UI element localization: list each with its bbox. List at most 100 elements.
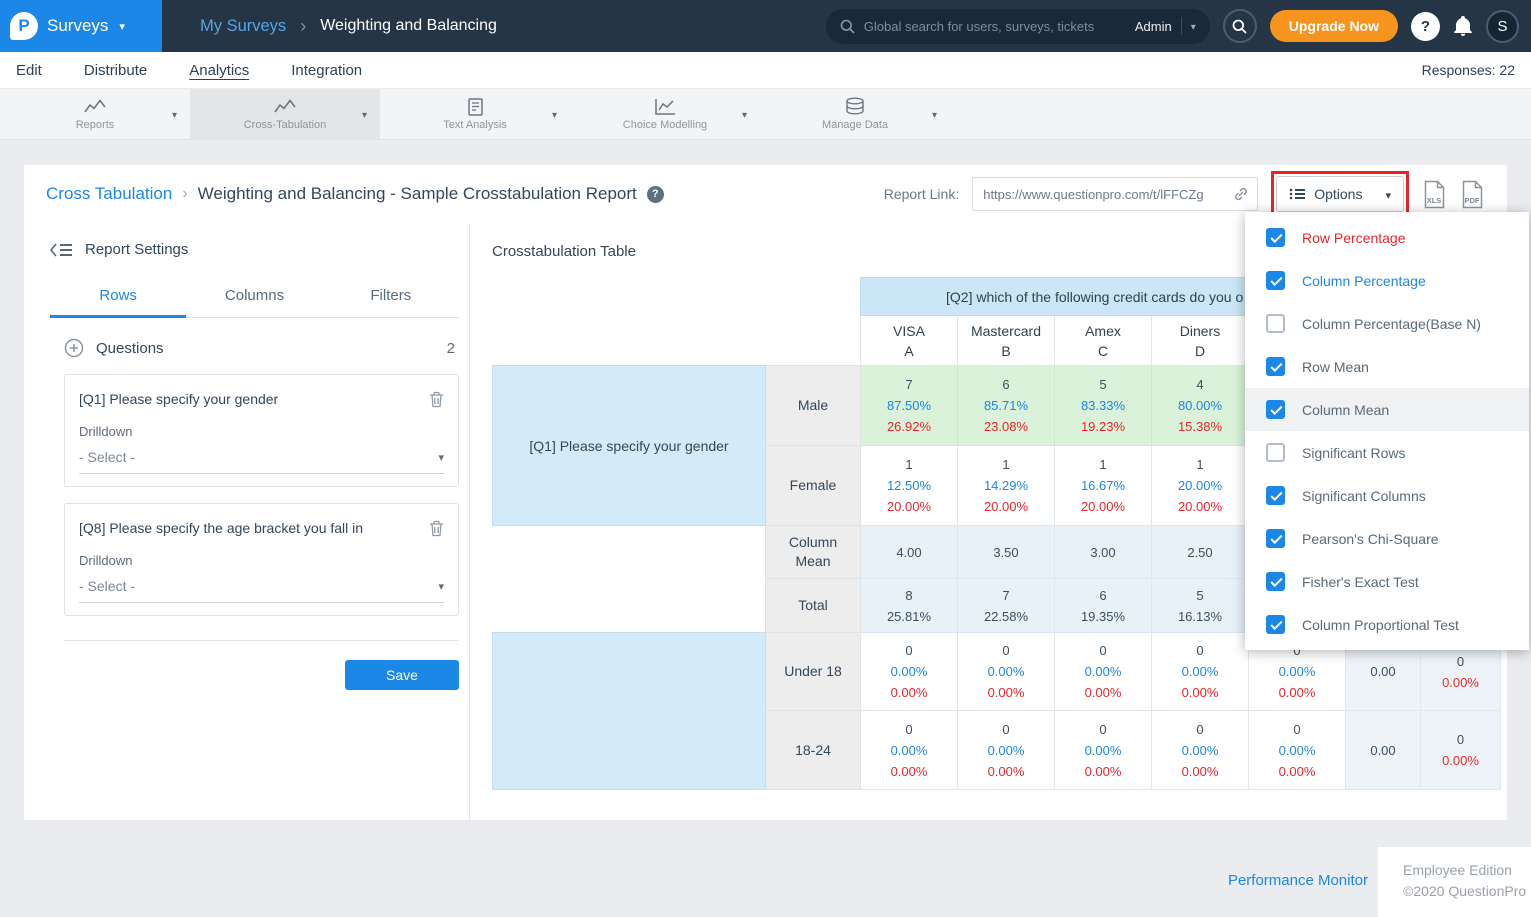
performance-monitor-link[interactable]: Performance Monitor [1228,872,1368,889]
toolbar-choice-modelling[interactable]: Choice Modelling [570,89,760,139]
options-menu-item[interactable]: Fisher's Exact Test [1245,560,1529,603]
global-search-input[interactable] [864,19,1126,34]
table-cell: 00.00%0.00% [861,711,958,790]
select-value: - Select - [79,578,135,594]
questions-count: 2 [447,340,455,357]
options-menu-item[interactable]: Column Percentage [1245,259,1529,302]
tab-columns[interactable]: Columns [186,278,322,317]
upgrade-button[interactable]: Upgrade Now [1270,10,1398,42]
collapse-panel-icon[interactable] [50,242,72,258]
cell-value: 0.00 [1346,661,1420,682]
row-label: Column Mean [766,526,861,579]
cell-value: 22.58% [958,606,1054,627]
question-card: [Q1] Please specify your gender Drilldow… [64,374,459,487]
checkbox-checked[interactable] [1266,357,1285,376]
add-question-icon[interactable] [64,338,84,358]
checkbox-unchecked[interactable] [1266,314,1285,333]
options-menu-item[interactable]: Significant Columns [1245,474,1529,517]
options-menu-item[interactable]: Row Percentage [1245,216,1529,259]
column-header: MastercardB [958,316,1055,366]
toolbar-label: Manage Data [822,119,888,131]
user-avatar[interactable]: S [1486,10,1519,43]
cell-value: 0 [861,719,957,740]
delete-question-icon[interactable] [429,520,444,537]
toolbar-manage-data[interactable]: Manage Data [760,89,950,139]
tab-filters[interactable]: Filters [323,278,459,317]
cell-value: 0 [1055,719,1151,740]
table-cell: 116.67%20.00% [1055,446,1152,526]
options-button[interactable]: Options [1276,176,1404,212]
export-pdf-icon[interactable]: PDF [1460,180,1485,209]
tab-integration[interactable]: Integration [291,62,362,79]
options-menu-item[interactable]: Column Percentage(Base N) [1245,302,1529,345]
chevron-down-icon[interactable] [1191,17,1196,35]
checkbox-checked[interactable] [1266,486,1285,505]
drilldown-label: Drilldown [79,553,444,568]
options-menu: Row Percentage Column PercentageColumn Pe… [1245,212,1529,650]
cell-value: 26.92% [861,416,957,437]
options-menu-item[interactable]: Column Mean [1245,388,1529,431]
checkbox-unchecked[interactable] [1266,443,1285,462]
breadcrumb-my-surveys[interactable]: My Surveys [200,17,286,36]
tab-rows[interactable]: Rows [50,278,186,318]
checkbox-checked[interactable] [1266,400,1285,419]
column-header: AmexC [1055,316,1152,366]
checkbox-checked[interactable] [1266,271,1285,290]
column-header: VISAA [861,316,958,366]
cell-value: 2.50 [1152,542,1248,563]
breadcrumb-current: Weighting and Balancing [320,17,497,35]
export-xls-icon[interactable]: XLS [1422,180,1447,209]
toolbar-reports[interactable]: Reports [0,89,190,139]
search-button[interactable] [1223,9,1257,43]
chevron-down-icon[interactable] [172,105,177,123]
tab-edit[interactable]: Edit [16,62,42,79]
delete-question-icon[interactable] [429,391,444,408]
options-menu-item-label: Row Percentage [1302,230,1406,246]
toolbar-text-analysis[interactable]: Text Analysis [380,89,570,139]
cell-value: 0.00% [861,740,957,761]
cell-value: 6 [1055,585,1151,606]
cell-value: 0.00% [958,740,1054,761]
options-menu-item[interactable]: Pearson's Chi-Square [1245,517,1529,560]
table-cell: 00.00%0.00% [861,633,958,711]
breadcrumb-cross-tabulation[interactable]: Cross Tabulation [46,184,172,204]
cell-value: 0.00% [1055,740,1151,761]
options-menu-item[interactable]: Column Proportional Test [1245,603,1529,646]
cell-value: 0 [1055,640,1151,661]
chevron-down-icon[interactable] [362,105,367,123]
cell-value: 20.00% [958,496,1054,517]
checkbox-checked[interactable] [1266,572,1285,591]
search-icon [1232,19,1247,34]
bell-icon [1453,15,1473,37]
help-icon[interactable] [1411,12,1440,41]
report-link-input[interactable] [972,177,1258,211]
chevron-down-icon[interactable] [552,105,557,123]
cell-value: 0.00% [958,682,1054,703]
topbar-actions: Admin Upgrade Now S [826,9,1531,44]
search-scope-selector[interactable]: Admin [1135,19,1172,34]
link-icon[interactable] [1233,186,1249,202]
drilldown-select[interactable]: - Select - [79,577,444,603]
save-button[interactable]: Save [345,660,459,690]
chevron-down-icon[interactable] [742,105,747,123]
cell-value: 7 [958,585,1054,606]
cell-value: 0 [1421,651,1500,672]
checkbox-checked[interactable] [1266,529,1285,548]
drilldown-select[interactable]: - Select - [79,448,444,474]
checkbox-checked[interactable] [1266,615,1285,634]
notifications-bell-icon[interactable] [1453,15,1473,37]
options-menu-item[interactable]: Significant Rows [1245,431,1529,474]
chevron-down-icon[interactable] [932,105,937,123]
checkbox-checked[interactable] [1266,228,1285,247]
cell-value: 14.29% [958,475,1054,496]
product-switcher[interactable]: P Surveys [0,0,162,52]
options-menu-item[interactable]: Row Mean [1245,345,1529,388]
tab-distribute[interactable]: Distribute [84,62,147,79]
help-icon[interactable] [647,186,664,203]
toolbar-cross-tabulation[interactable]: Cross-Tabulation [190,89,380,139]
settings-tabs: Rows Columns Filters [50,278,459,318]
survey-nav: Edit Distribute Analytics Integration Re… [0,52,1531,89]
tab-analytics[interactable]: Analytics [189,62,249,79]
options-menu-item-label: Fisher's Exact Test [1302,574,1419,590]
breadcrumb-separator-icon [300,16,306,37]
